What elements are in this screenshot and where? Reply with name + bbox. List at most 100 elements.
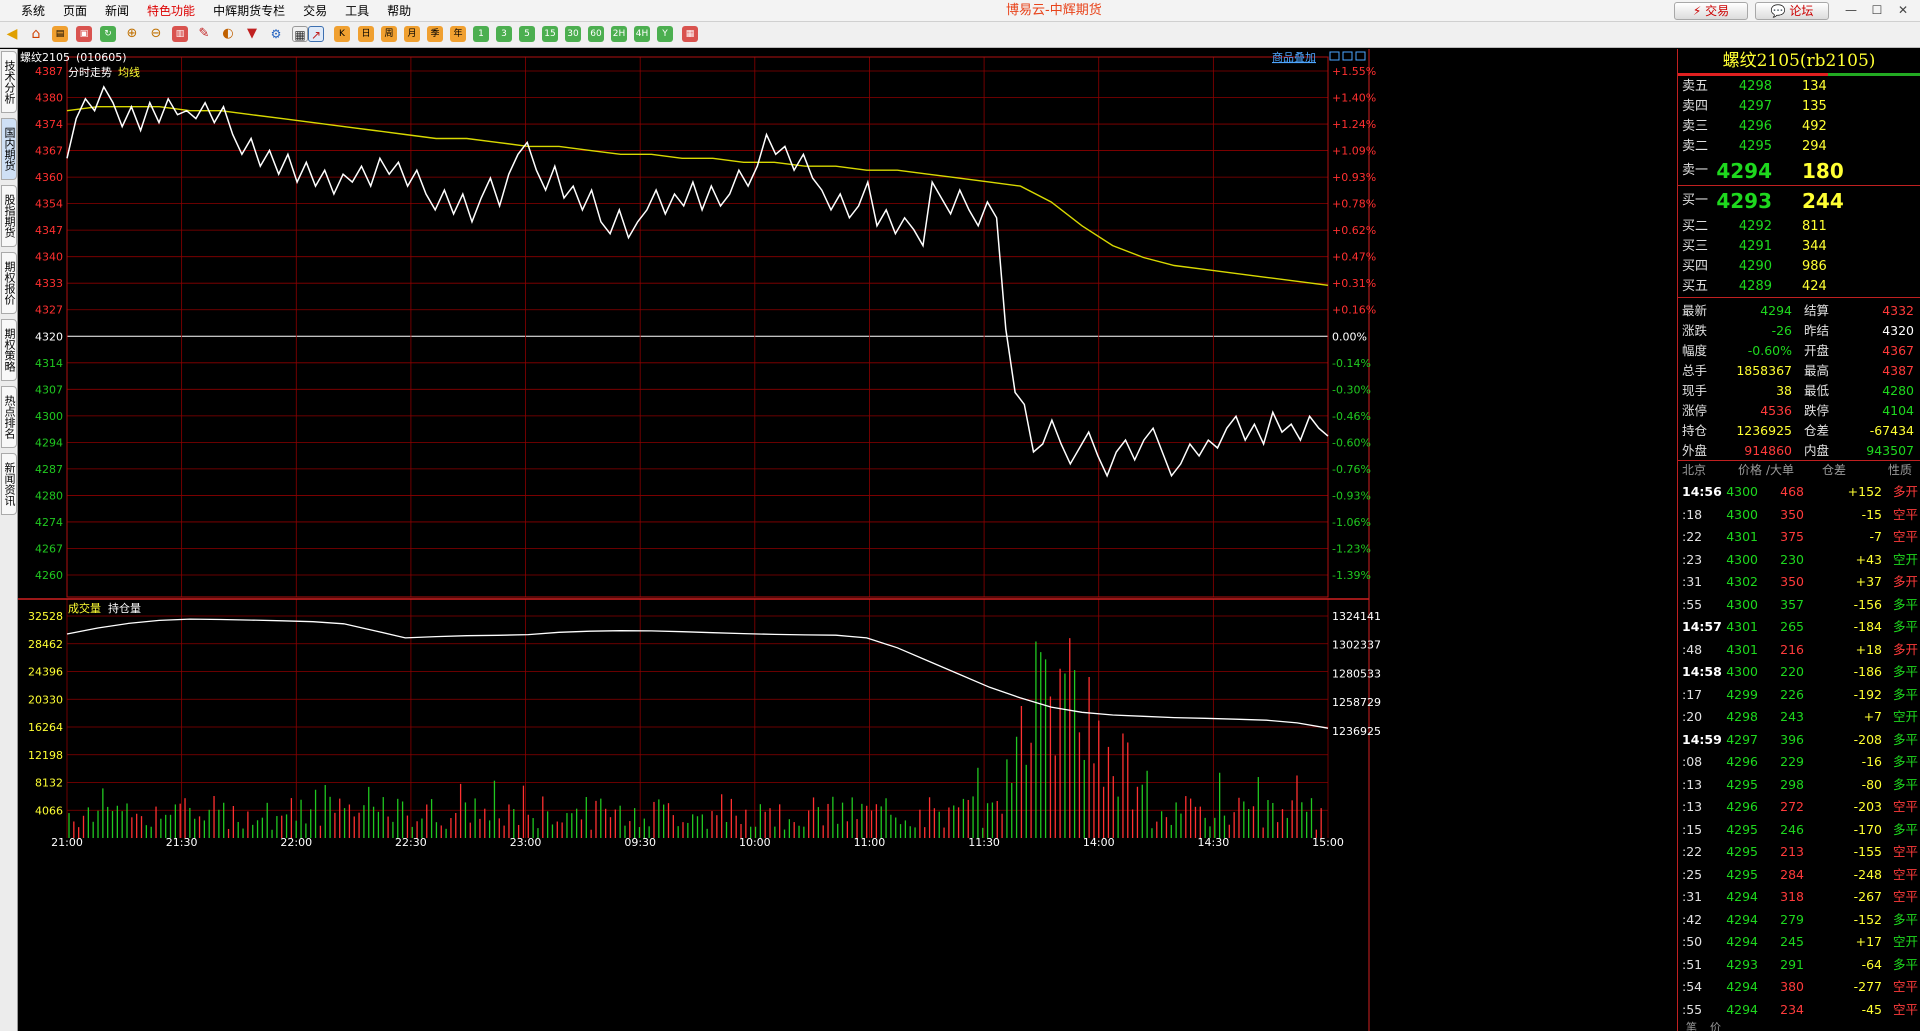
quarter-period-icon[interactable]: 季: [427, 26, 443, 42]
percent-tick-label: +1.40%: [1332, 92, 1376, 105]
back-arrow-icon[interactable]: ◀: [4, 26, 20, 42]
kline-icon[interactable]: K: [334, 26, 350, 42]
orderbook-row[interactable]: 卖一 4294 180: [1678, 161, 1920, 181]
menu-item[interactable]: 新闻: [96, 0, 138, 22]
news-icon[interactable]: ▣: [76, 26, 92, 42]
left-tab[interactable]: 期权策略: [1, 319, 17, 381]
4hour-icon[interactable]: 4H: [634, 26, 650, 42]
3min-icon[interactable]: 3: [496, 26, 512, 42]
tick-tab[interactable]: 笔: [1686, 1019, 1697, 1031]
intraday-chart-icon[interactable]: ↗: [308, 26, 324, 42]
y-icon[interactable]: Y: [657, 26, 673, 42]
table-view-icon[interactable]: ▦: [292, 26, 308, 42]
left-tab[interactable]: 技术分析: [1, 51, 17, 113]
orderbook-row[interactable]: 买二 4292 811: [1678, 217, 1920, 237]
menu-item[interactable]: 系统: [12, 0, 54, 22]
menu-item[interactable]: 特色功能: [138, 0, 204, 22]
tick-time: :50: [1682, 934, 1703, 949]
zoom-in-icon[interactable]: ⊕: [124, 26, 140, 42]
menu-item[interactable]: 工具: [336, 0, 378, 22]
tab-average[interactable]: 均线: [118, 65, 140, 79]
tick-time: :48: [1682, 641, 1703, 657]
2hour-icon[interactable]: 2H: [611, 26, 627, 42]
5min-icon[interactable]: 5: [519, 26, 535, 42]
menu-items: 系统 页面 新闻 特色功能 中辉期货专栏 交易 工具 帮助: [12, 0, 420, 22]
tab-trend[interactable]: 分时走势: [68, 66, 112, 79]
left-tab[interactable]: 国内期货: [1, 118, 17, 180]
orderbook-row[interactable]: 买一 4293 244: [1678, 191, 1920, 211]
tick-volume: 245: [1780, 934, 1804, 949]
tick-row: :55 4294 234 -45 空平: [1678, 999, 1920, 1021]
tick-nature: 多平: [1892, 776, 1918, 792]
volume-tick-label: 12198: [28, 749, 63, 762]
stat-row: 现手 38 最低 4280: [1678, 381, 1920, 401]
menu-item[interactable]: 交易: [294, 0, 336, 22]
left-tab[interactable]: 期权报价: [1, 252, 17, 314]
stat-label: 跌停: [1804, 403, 1830, 418]
filter-icon[interactable]: ▼: [244, 26, 260, 42]
stat-value: -26: [1771, 323, 1792, 338]
percent-tick-label: +1.24%: [1332, 118, 1376, 131]
stat-row: 幅度 -0.60% 开盘 4367: [1678, 341, 1920, 361]
1min-icon[interactable]: 1: [473, 26, 489, 42]
orderbook-volume: 134: [1802, 79, 1827, 94]
menu-item[interactable]: 中辉期货专栏: [204, 0, 294, 22]
zoom-out-icon[interactable]: ⊖: [148, 26, 164, 42]
tick-time: :17: [1682, 686, 1703, 702]
orderbook-row[interactable]: 卖四 4297 135: [1678, 97, 1920, 117]
palette-icon[interactable]: ◐: [220, 26, 236, 42]
orderbook-row[interactable]: 卖五 4298 134: [1678, 77, 1920, 97]
refresh-icon[interactable]: ↻: [100, 26, 116, 42]
orderbook-row[interactable]: 买四 4290 986: [1678, 257, 1920, 277]
orderbook-volume: 811: [1802, 219, 1827, 234]
percent-tick-label: +1.09%: [1332, 145, 1376, 158]
trade-button[interactable]: ⚡ 交易: [1674, 2, 1748, 20]
week-period-icon[interactable]: 周: [381, 26, 397, 42]
minimize-icon[interactable]: —: [1838, 1, 1864, 19]
month-period-icon[interactable]: 月: [404, 26, 420, 42]
volume-tick-label: 16264: [28, 721, 63, 734]
percent-tick-label: -0.30%: [1332, 383, 1371, 396]
orderbook-volume: 344: [1802, 239, 1827, 254]
price-tick-label: 4367: [35, 145, 63, 158]
tick-tab[interactable]: 价: [1710, 1019, 1721, 1031]
stat-value: -0.60%: [1747, 343, 1792, 358]
home-icon[interactable]: ⌂: [28, 26, 44, 42]
calculator-icon[interactable]: ▦: [682, 26, 698, 42]
30min-icon[interactable]: 30: [565, 26, 581, 42]
percent-tick-label: +0.93%: [1332, 171, 1376, 184]
day-period-icon[interactable]: 日: [358, 26, 374, 42]
tick-time: :22: [1682, 529, 1703, 544]
tick-nature: 多平: [1892, 731, 1918, 747]
tick-price: 4302: [1726, 574, 1758, 589]
60min-icon[interactable]: 60: [588, 26, 604, 42]
orderbook-row[interactable]: 买五 4289 424: [1678, 277, 1920, 297]
left-tab[interactable]: 热点排名: [1, 386, 17, 448]
left-tab[interactable]: 新闻资讯: [1, 453, 17, 515]
volume-tick-label: 28462: [28, 638, 63, 651]
menu-item[interactable]: 页面: [54, 0, 96, 22]
maximize-icon[interactable]: ☐: [1864, 1, 1890, 19]
menu-item[interactable]: 帮助: [378, 0, 420, 22]
intraday-chart[interactable]: 4387 4380 4374 4367 4360 4354 4347 4340 4333 4327…: [18, 49, 1677, 1031]
orderbook-row[interactable]: 卖三 4296 492: [1678, 117, 1920, 137]
left-tab[interactable]: 股指期货: [1, 185, 17, 247]
orderbook-row[interactable]: 买三 4291 344: [1678, 237, 1920, 257]
orderbook-row[interactable]: 卖二 4295 294: [1678, 137, 1920, 157]
price-tick-label: 4340: [35, 251, 63, 264]
close-icon[interactable]: ✕: [1890, 1, 1916, 19]
overlay-link[interactable]: 商品叠加: [1272, 50, 1316, 64]
15min-icon[interactable]: 15: [542, 26, 558, 42]
tick-price: 4295: [1726, 866, 1758, 882]
volume-tick-label: 8132: [35, 777, 63, 790]
forum-button[interactable]: 💬 论坛: [1755, 2, 1829, 20]
tick-header-oi: 仓差: [1822, 463, 1847, 477]
settings-icon[interactable]: ⚙: [268, 26, 284, 42]
tick-nature: 空平: [1892, 979, 1918, 994]
window-icon[interactable]: ▥: [172, 26, 188, 42]
folder-icon[interactable]: ▤: [52, 26, 68, 42]
percent-tick-label: 0.00%: [1332, 330, 1367, 343]
tick-oi-change: -170: [1853, 821, 1882, 837]
draw-pen-icon[interactable]: ✎: [196, 26, 212, 42]
year-period-icon[interactable]: 年: [450, 26, 466, 42]
